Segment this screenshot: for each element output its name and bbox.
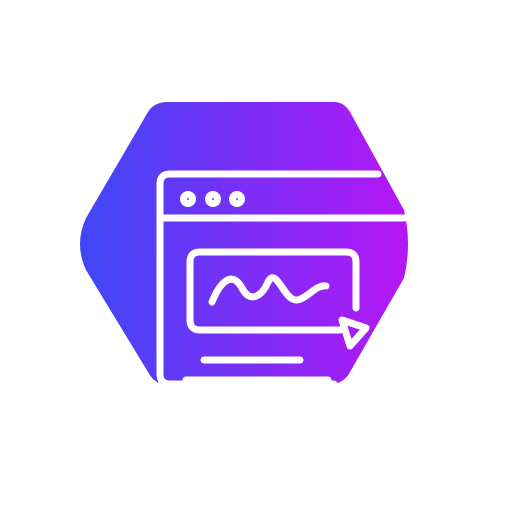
hexagon-background [80,102,408,384]
icon-canvas [0,0,512,512]
web-signature-icon [80,102,408,388]
